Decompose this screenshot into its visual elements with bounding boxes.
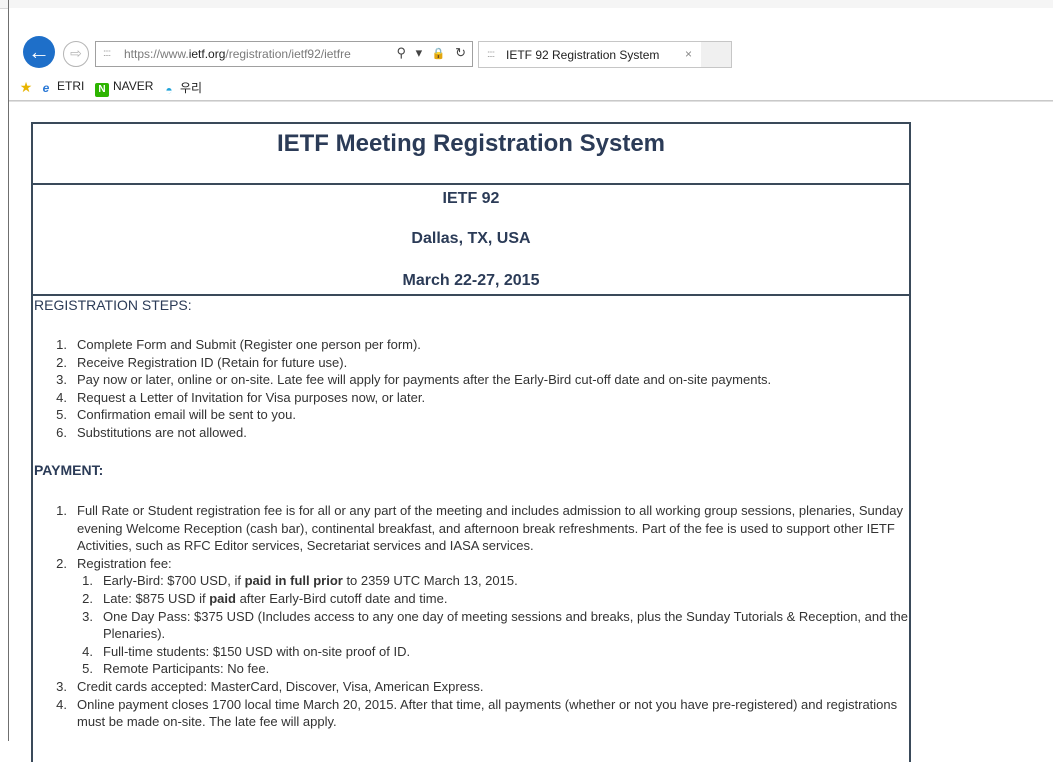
list-number: 4. [56, 389, 67, 405]
arrow-left-icon: ← [28, 39, 50, 64]
list-item: 3. Credit cards accepted: MasterCard, Dis… [51, 678, 909, 696]
add-favorite-star-icon[interactable]: ★ [19, 79, 37, 94]
list-number: 4. [56, 696, 67, 712]
list-number: 5. [82, 661, 93, 677]
dropdown-icon[interactable]: ▾ [416, 45, 423, 60]
list-number: 3. [82, 608, 93, 624]
star-icon: ★ [19, 79, 33, 95]
ie-icon: e [42, 81, 50, 95]
favorite-etri[interactable]: e ETRI [39, 79, 85, 95]
list-text: Remote Participants: No fee. [103, 661, 270, 677]
favorite-label: NAVER [113, 79, 154, 93]
back-button[interactable]: ← [23, 36, 55, 68]
list-item: 3. Pay now or later, online or on-site. L… [51, 371, 771, 389]
favorite-label: ETRI [57, 79, 85, 93]
list-text-bold: paid in full prior [244, 573, 343, 589]
payment-list: 1. Full Rate or Student registration fee … [51, 502, 909, 731]
list-item: 5. Remote Participants: No fee. [77, 660, 909, 678]
browser-toolbar: ← ⇨ :::: https://www.ietf.org/registrati… [9, 8, 1053, 74]
list-text-bold: paid [209, 590, 236, 606]
address-url[interactable]: https://www.ietf.org/registration/ietf92… [124, 47, 378, 61]
list-number: 4. [82, 643, 93, 659]
list-item: 2. Receive Registration ID (Retain for fu… [51, 354, 771, 372]
list-text: to 2359 UTC March 13, 2015. [342, 573, 518, 589]
close-icon[interactable]: × [685, 47, 692, 61]
tab-ietf-registration[interactable]: :::: IETF 92 Registration System × [478, 41, 702, 68]
fee-sublist: 1. Early-Bird: $700 USD, if paid in full … [77, 572, 909, 678]
list-text: Substitutions are not allowed. [77, 424, 247, 440]
favorite-naver[interactable]: N NAVER [95, 79, 153, 97]
list-item: 6. Substitutions are not allowed. [51, 424, 771, 442]
list-text: Pay now or later, online or on-site. Lat… [77, 372, 772, 388]
forward-button[interactable]: ⇨ [63, 41, 89, 67]
url-scheme: https://www. [124, 47, 189, 61]
list-number: 6. [56, 424, 67, 440]
list-item: 1. Full Rate or Student registration fee … [51, 502, 909, 555]
page-content: IETF Meeting Registration System IETF 92… [9, 101, 1053, 762]
list-number: 1. [82, 573, 93, 589]
registration-steps-list: 1. Complete Form and Submit (Register one… [51, 336, 771, 442]
lock-icon[interactable]: 🔒 [432, 48, 446, 60]
list-text: Full Rate or Student registration fee is… [77, 503, 903, 554]
list-text: Early-Bird: $700 USD, if [103, 573, 245, 589]
list-item: 4. Full-time students: $150 USD with on-s… [77, 643, 909, 661]
meeting-name: IETF 92 [442, 190, 500, 207]
list-item: 5. Confirmation email will be sent to you… [51, 406, 771, 424]
list-number: 2. [56, 555, 67, 571]
meeting-location: Dallas, TX, USA [411, 230, 531, 247]
list-number: 3. [56, 678, 67, 694]
list-item: 1. Complete Form and Submit (Register one… [51, 336, 771, 354]
list-text: Online payment closes 1700 local time Ma… [77, 696, 898, 730]
favorite-woori[interactable]: ◓ 우리 [162, 79, 202, 97]
list-item: 4. Request a Letter of Invitation for Vis… [51, 389, 771, 407]
address-bar[interactable]: :::: https://www.ietf.org/registration/i… [95, 41, 473, 67]
favorites-bar: ★ e ETRI N NAVER ◓ 우리 [9, 74, 1053, 101]
page-icon: :::: [487, 49, 495, 60]
page-title: IETF Meeting Registration System [33, 124, 909, 185]
list-item: 2. Registration fee: 1. Early-Bird: $700 U… [51, 555, 909, 678]
registration-steps-heading: REGISTRATION STEPS: [34, 297, 192, 313]
list-number: 1. [56, 337, 67, 352]
meeting-dates: March 22-27, 2015 [402, 272, 540, 289]
arrow-right-icon: ⇨ [70, 45, 82, 61]
list-text: Complete Form and Submit (Register one p… [77, 337, 421, 352]
list-text: One Day Pass: $375 USD (Includes access … [103, 608, 909, 642]
list-item: 4. Online payment closes 1700 local time … [51, 696, 909, 731]
refresh-icon[interactable]: ↻ [455, 45, 466, 60]
list-text: Receive Registration ID (Retain for futu… [77, 354, 348, 370]
favorite-label: 우리 [180, 81, 203, 95]
list-number: 5. [56, 407, 67, 423]
list-text: Full-time students: $150 USD with on-sit… [103, 643, 411, 659]
search-icon[interactable]: ⚲ [396, 45, 406, 60]
url-path: /registration/ietf92/ietfre [225, 47, 351, 61]
list-number: 1. [56, 503, 67, 518]
url-host: ietf.org [188, 47, 226, 61]
payment-heading: PAYMENT: [34, 462, 104, 478]
list-number: 3. [56, 372, 67, 388]
list-number: 2. [82, 590, 93, 606]
list-text: Late: $875 USD if [103, 590, 210, 606]
address-controls: ⚲ ▾ 🔒 ↻ [390, 45, 466, 61]
new-tab-button[interactable] [701, 41, 732, 68]
list-text: after Early-Bird cutoff date and time. [235, 590, 448, 606]
list-text: Registration fee: [77, 555, 172, 571]
woori-icon: ◓ [165, 83, 173, 97]
list-item: 2. Late: $875 USD if paid after Early-Bir… [77, 590, 909, 608]
page-icon: :::: [103, 48, 111, 59]
list-text: Confirmation email will be sent to you. [77, 407, 296, 423]
list-text: Credit cards accepted: MasterCard, Disco… [77, 678, 484, 694]
list-item: 3. One Day Pass: $375 USD (Includes acces… [77, 608, 909, 643]
list-text: Request a Letter of Invitation for Visa … [77, 389, 426, 405]
naver-icon: N [95, 83, 109, 97]
tab-label: IETF 92 Registration System [506, 48, 660, 62]
list-item: 1. Early-Bird: $700 USD, if paid in full … [77, 572, 909, 590]
list-number: 2. [56, 354, 67, 370]
